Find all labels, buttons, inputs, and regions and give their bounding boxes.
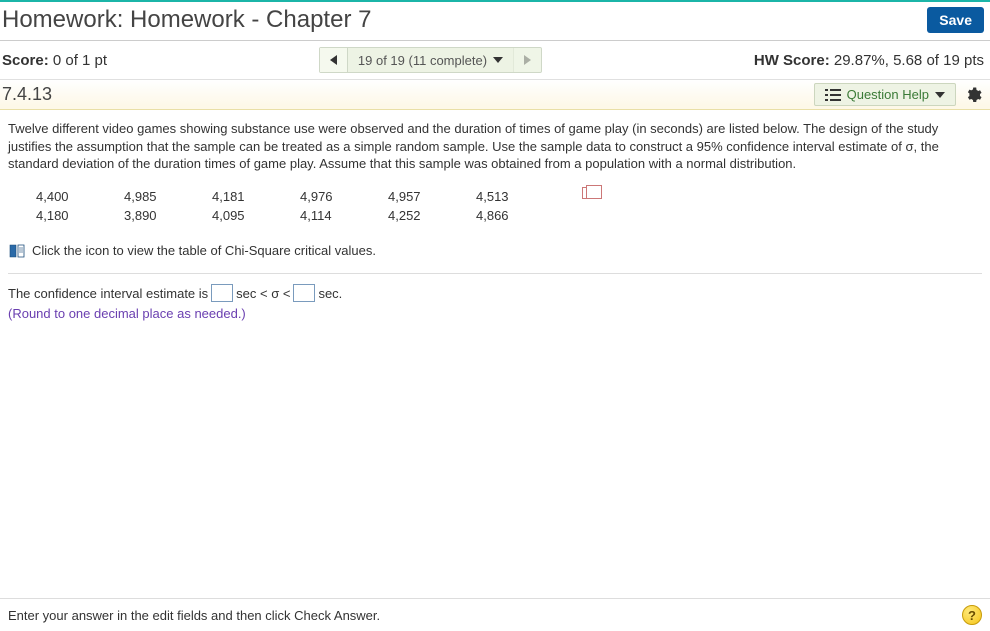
arrow-right-icon [524,55,531,65]
data-cell: 3,890 [124,206,212,226]
score-bar: Score: 0 of 1 pt 19 of 19 (11 complete) … [0,41,990,80]
question-help-button[interactable]: Question Help [814,83,956,106]
data-cell: 4,114 [300,206,388,226]
question-progress-dropdown[interactable]: 19 of 19 (11 complete) [348,48,513,72]
footer-instruction: Enter your answer in the edit fields and… [8,608,380,623]
question-mark-icon: ? [968,608,976,623]
prev-question-button[interactable] [320,48,348,72]
chevron-down-icon [935,92,945,98]
footer-bar: Enter your answer in the edit fields and… [0,598,990,631]
data-table: 4,400 4,985 4,181 4,976 4,957 4,513 4,18… [36,187,982,226]
page-title: Homework: Homework - Chapter 7 [2,6,371,34]
answer-prefix: The confidence interval estimate is [8,285,208,303]
data-cell: 4,976 [300,187,388,207]
table-row: 4,400 4,985 4,181 4,976 4,957 4,513 [36,187,982,207]
help-button[interactable]: ? [962,605,982,625]
hw-score-text: HW Score: 29.87%, 5.68 of 19 pts [754,52,984,69]
question-content: Twelve different video games showing sub… [0,110,990,333]
answer-line: The confidence interval estimate is sec … [8,284,982,302]
chevron-down-icon [493,57,503,63]
hw-score-value: 29.87%, 5.68 of 19 pts [834,52,984,69]
divider [8,273,982,274]
copy-data-icon[interactable] [582,187,596,199]
data-cell: 4,180 [36,206,124,226]
question-progress-label: 19 of 19 (11 complete) [358,53,487,68]
hw-score-label: HW Score: [754,52,830,69]
data-cell: 4,400 [36,187,124,207]
next-question-button [513,48,541,72]
table-row: 4,180 3,890 4,095 4,114 4,252 4,866 [36,206,982,226]
answer-unit1: sec < σ < [236,285,290,303]
question-number: 7.4.13 [0,84,52,105]
book-icon[interactable] [8,243,26,259]
arrow-left-icon [330,55,337,65]
data-cell: 4,095 [212,206,300,226]
gear-icon [964,86,982,104]
score-value: 0 of 1 pt [53,52,107,69]
upper-bound-input[interactable] [293,284,315,302]
header-bar: Homework: Homework - Chapter 7 Save [0,0,990,41]
data-cell: 4,985 [124,187,212,207]
chi-square-link-row: Click the icon to view the table of Chi-… [8,242,982,260]
list-icon [825,89,841,101]
rounding-note: (Round to one decimal place as needed.) [8,305,982,323]
question-nav: 19 of 19 (11 complete) [319,47,542,73]
problem-text: Twelve different video games showing sub… [8,120,982,173]
question-help-label: Question Help [847,87,929,102]
score-label: Score: [2,52,49,69]
lower-bound-input[interactable] [211,284,233,302]
data-cell: 4,513 [476,187,564,207]
save-button[interactable]: Save [927,7,984,33]
question-bar: 7.4.13 Question Help [0,80,990,110]
data-cell: 4,181 [212,187,300,207]
settings-button[interactable] [962,84,984,106]
score-text: Score: 0 of 1 pt [2,52,107,69]
data-cell: 4,957 [388,187,476,207]
data-cell: 4,866 [476,206,564,226]
answer-unit2: sec. [318,285,342,303]
data-cell: 4,252 [388,206,476,226]
chi-square-link-text[interactable]: Click the icon to view the table of Chi-… [32,242,376,260]
